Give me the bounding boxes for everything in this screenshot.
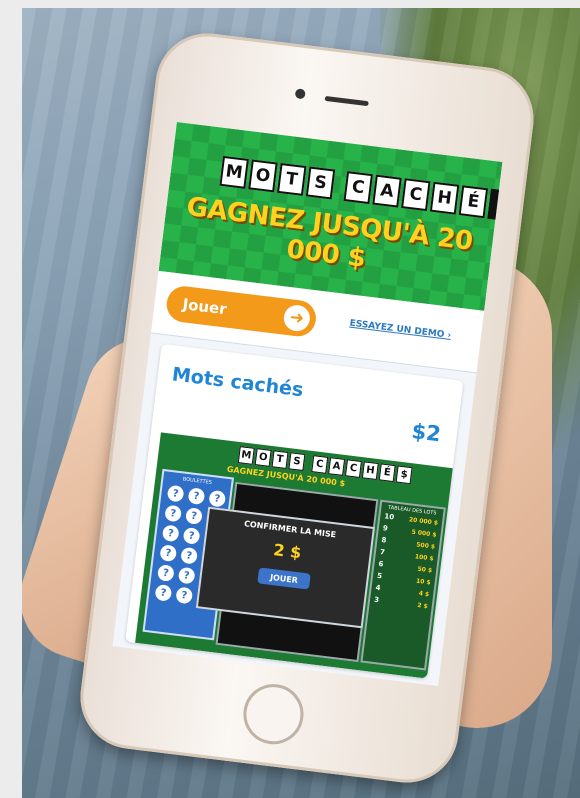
mystery-ball: ? <box>166 484 185 503</box>
mystery-ball: ? <box>180 546 199 565</box>
prize-amount: 4 $ <box>418 589 430 598</box>
logo-tile: $ <box>487 188 503 222</box>
prize-amount: 100 $ <box>414 552 435 563</box>
preview-logo-tile: É <box>378 463 396 483</box>
prize-amount: 5 000 $ <box>411 528 437 539</box>
prize-count: 5 <box>376 571 383 581</box>
preview-logo-tile: C <box>344 459 362 478</box>
preview-logo-tile: A <box>328 457 346 476</box>
prize-count: 7 <box>379 547 386 557</box>
logo-tile: T <box>277 162 307 196</box>
prize-rows: 10 20 000 $ 9 5 000 $ 8 500 $ 7 100 $ 6 50 $ 5 10 $… <box>369 510 442 613</box>
mystery-ball: ? <box>159 544 178 563</box>
preview-logo-tile: S <box>288 452 306 472</box>
mystery-ball: ? <box>187 487 206 506</box>
mystery-ball: ? <box>182 526 201 545</box>
preview-logo-tile: $ <box>395 465 413 485</box>
prize-count: 9 <box>382 524 389 533</box>
mystery-ball: ? <box>177 566 196 585</box>
preview-logo-tile: H <box>361 461 379 481</box>
prize-count: 10 <box>383 512 395 522</box>
logo-gap <box>305 454 311 471</box>
game-preview[interactable]: M O T S C A C H É $ GAGNEZ JUSQU'À 20 000 $ BOULE… <box>135 432 455 679</box>
logo-tile: É <box>458 185 489 219</box>
mystery-ball: ? <box>161 524 180 543</box>
prize-amount: 10 $ <box>415 577 432 586</box>
prize-count: 8 <box>380 536 387 545</box>
mystery-ball: ? <box>208 489 227 508</box>
mystery-ball: ? <box>164 504 183 523</box>
play-button-label: Jouer <box>181 295 228 319</box>
logo-tile: C <box>401 178 431 212</box>
play-button[interactable]: Jouer ➜ <box>164 284 318 339</box>
preview-logo-tile: M <box>237 446 255 465</box>
phone-screen: M O T S C A C H É $ GAGNEZ JUSQU'À 20 000 $ Jouer… <box>112 122 503 687</box>
logo-gap <box>335 170 345 201</box>
prize-amount: 20 000 $ <box>408 515 439 527</box>
prize-amount: 500 $ <box>415 540 436 551</box>
mystery-ball: ? <box>175 586 194 605</box>
prize-amount: 50 $ <box>417 565 433 574</box>
prize-count: 4 <box>375 583 381 593</box>
logo-tile: A <box>372 174 402 208</box>
preview-logo-tile: O <box>254 448 272 467</box>
logo-tile: S <box>305 166 336 200</box>
prize-amount: 2 $ <box>416 601 429 610</box>
earpiece-speaker <box>324 95 369 107</box>
logo-tile: O <box>248 159 278 193</box>
prize-count: 3 <box>373 595 380 605</box>
try-demo-link[interactable]: ESSAYEZ UN DEMO › <box>349 319 452 341</box>
front-camera <box>294 88 306 100</box>
confirm-play-button[interactable]: JOUER <box>257 567 311 590</box>
mystery-ball: ? <box>156 564 175 582</box>
game-title: Mots cachés <box>170 363 305 402</box>
logo-tile: M <box>219 155 249 189</box>
logo-tile: C <box>343 171 373 205</box>
mystery-ball: ? <box>154 583 173 602</box>
game-card[interactable]: Mots cachés $2 M O T S C A C H É $ GAGNEZ JUSQU'À… <box>125 343 464 679</box>
confirm-bet-dialog: CONFIRMER LA MISE 2 $ JOUER <box>195 506 375 629</box>
arrow-right-icon: ➜ <box>282 303 312 333</box>
photo-scene: M O T S C A C H É $ GAGNEZ JUSQU'À 20 000 $ Jouer… <box>22 8 580 798</box>
mystery-ball: ? <box>185 507 203 525</box>
logo-tile: H <box>429 181 460 215</box>
game-price: $2 <box>410 419 443 447</box>
home-button[interactable] <box>240 680 307 748</box>
preview-logo-tile: C <box>311 455 329 474</box>
prize-count: 6 <box>378 559 384 569</box>
preview-logo-tile: T <box>271 450 289 469</box>
